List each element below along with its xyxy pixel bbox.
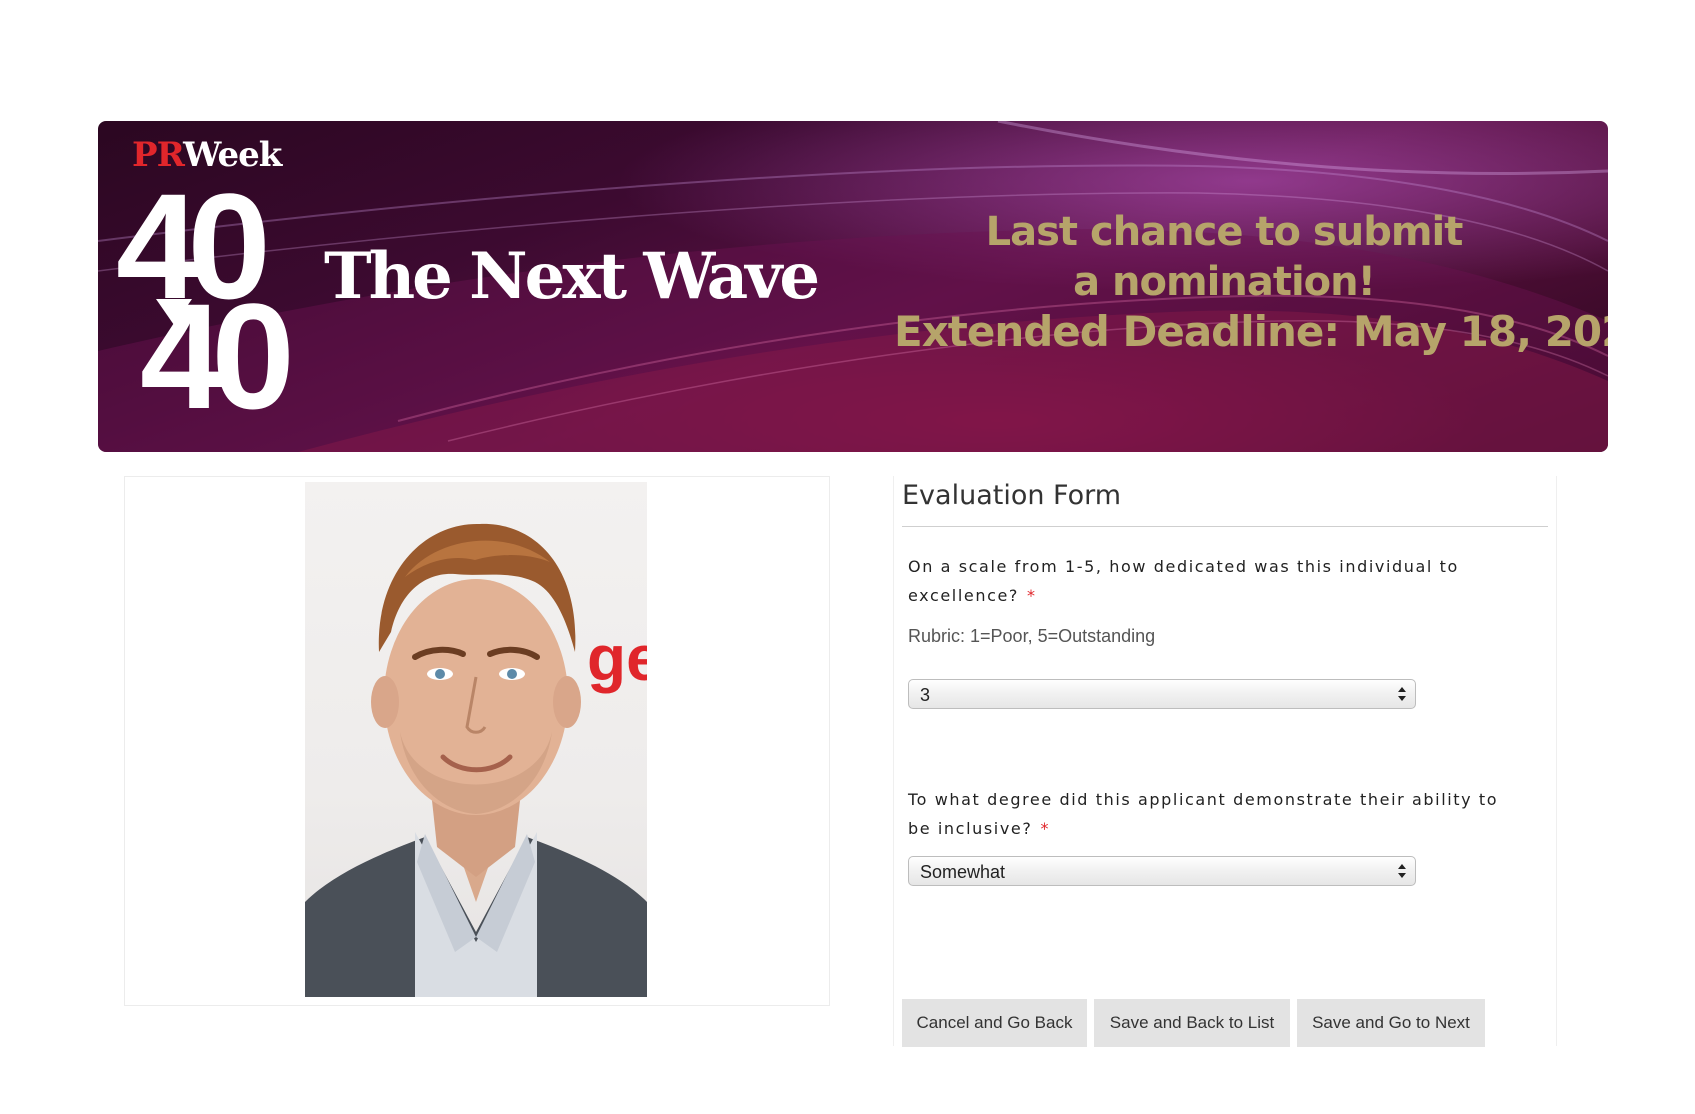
save-back-to-list-button[interactable]: Save and Back to List — [1094, 999, 1290, 1047]
question-text: On a scale from 1-5, how dedicated was t… — [908, 557, 1459, 605]
form-title: Evaluation Form — [902, 480, 1122, 511]
inclusive-select[interactable]: Somewhat — [908, 856, 1416, 886]
photo-panel: ge — [124, 476, 830, 1006]
required-mark: * — [1027, 586, 1037, 605]
promo-banner[interactable]: PRWeek 40 40 The Next Wave Last chance t… — [98, 121, 1608, 452]
question-inclusive: To what degree did this applicant demons… — [908, 785, 1528, 843]
forty-bottom: 40 — [140, 272, 295, 440]
cancel-button[interactable]: Cancel and Go Back — [902, 999, 1087, 1047]
required-mark: * — [1040, 819, 1051, 838]
question-text: To what degree did this applicant demons… — [908, 790, 1499, 838]
page: PRWeek 40 40 The Next Wave Last chance t… — [0, 0, 1695, 1114]
select-arrows-icon — [1398, 687, 1406, 701]
promo-line-2: a nomination! — [1073, 259, 1376, 305]
banner-title: The Next Wave — [324, 239, 820, 314]
portrait-photo-icon: ge — [305, 523, 647, 997]
select-arrows-icon — [1398, 864, 1406, 878]
save-go-next-button[interactable]: Save and Go to Next — [1297, 999, 1485, 1047]
question-dedication: On a scale from 1-5, how dedicated was t… — [908, 552, 1528, 610]
promo-line-1: Last chance to submit — [985, 209, 1464, 255]
form-divider — [902, 526, 1548, 527]
evaluation-form: Evaluation Form On a scale from 1-5, how… — [893, 476, 1557, 1047]
nominee-photo: ge — [305, 482, 647, 997]
inclusive-select-value: Somewhat — [920, 862, 1006, 882]
svg-text:ge: ge — [587, 622, 647, 694]
promo-deadline: Extended Deadline: May 18, 2022 — [894, 307, 1608, 356]
dedication-select-value: 3 — [920, 685, 931, 705]
dedication-select[interactable]: 3 — [908, 679, 1416, 709]
promo-text: Last chance to submit a nomination! Exte… — [894, 207, 1608, 357]
rubric-text: Rubric: 1=Poor, 5=Outstanding — [908, 626, 1156, 646]
